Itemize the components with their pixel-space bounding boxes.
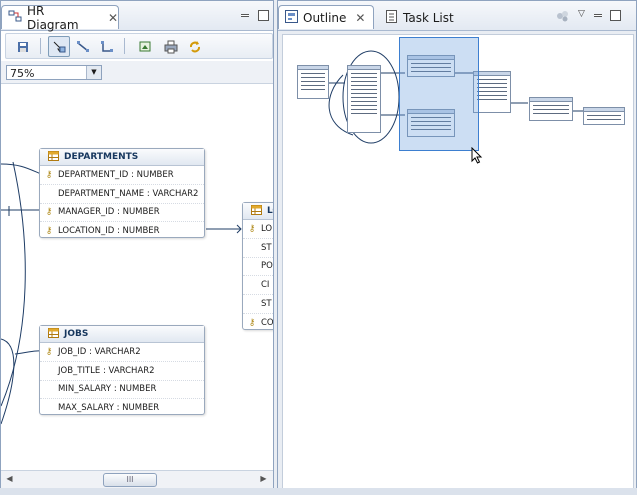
scroll-right-icon[interactable]: ▶ xyxy=(256,472,271,486)
column-row[interactable]: ⚷ JOB_ID : VARCHAR2 xyxy=(40,343,204,362)
overview-table xyxy=(297,65,329,99)
save-icon[interactable] xyxy=(12,36,34,57)
mouse-cursor-icon xyxy=(471,146,483,168)
column-row[interactable]: DEPARTMENT_NAME : VARCHAR2 xyxy=(40,185,204,204)
editor-tab-bar: HR Diagram ✕ xyxy=(1,1,273,32)
toolbar-separator xyxy=(40,38,41,54)
column-row[interactable]: ST xyxy=(243,295,273,314)
column-label: LO xyxy=(261,223,273,234)
column-label: LOCATION_ID : NUMBER xyxy=(58,226,160,237)
column-row[interactable]: CI xyxy=(243,276,273,296)
table-jobs[interactable]: JOBS ⚷ JOB_ID : VARCHAR2 JOB_TITLE : VARC… xyxy=(39,325,205,415)
column-row[interactable]: PO xyxy=(243,258,273,277)
print-icon[interactable] xyxy=(160,36,182,57)
outline-content[interactable] xyxy=(282,34,634,492)
table-name: JOBS xyxy=(64,329,89,339)
diagram-canvas[interactable]: DEPARTMENTS ⚷ DEPARTMENT_ID : NUMBER DEPA… xyxy=(1,84,273,470)
diagram-overview xyxy=(283,35,633,164)
table-icon xyxy=(48,327,59,341)
view-tab-bar: Outline ✕ Task List ▽ xyxy=(278,1,636,31)
primary-key-icon: ⚷ xyxy=(248,223,256,234)
foreign-key-icon: ⚷ xyxy=(45,226,53,237)
column-label: ST xyxy=(261,242,272,253)
close-icon[interactable]: ✕ xyxy=(108,11,118,25)
primary-key-icon: ⚷ xyxy=(45,346,53,357)
table-header: LO xyxy=(243,203,273,220)
column-label: JOB_ID : VARCHAR2 xyxy=(58,346,141,357)
minimize-icon[interactable] xyxy=(594,14,602,17)
foreign-key-icon: ⚷ xyxy=(248,317,256,328)
horizontal-scrollbar[interactable]: ◀ III ▶ xyxy=(1,470,273,488)
scroll-left-icon[interactable]: ◀ xyxy=(2,472,17,486)
table-header: DEPARTMENTS xyxy=(40,149,204,166)
zoom-dropdown[interactable]: 75% ▼ xyxy=(6,65,102,80)
status-strip xyxy=(0,488,637,495)
diagram-toolbar xyxy=(5,33,273,59)
zoom-value: 75% xyxy=(10,67,35,80)
column-label: JOB_TITLE : VARCHAR2 xyxy=(58,365,155,376)
refresh-icon[interactable] xyxy=(184,36,206,57)
column-row[interactable]: ⚷ LOCATION_ID : NUMBER xyxy=(40,222,204,240)
column-row[interactable]: ⚷ CO xyxy=(243,314,273,332)
tab-title: Task List xyxy=(403,11,454,25)
export-image-icon[interactable] xyxy=(134,36,156,57)
connector-icon[interactable] xyxy=(96,36,118,57)
overview-table xyxy=(529,97,573,121)
chevron-down-icon[interactable]: ▽ xyxy=(578,9,585,19)
column-label: CI xyxy=(261,280,270,291)
view-menu-icon[interactable] xyxy=(556,10,570,25)
column-row[interactable]: ⚷ LO xyxy=(243,220,273,239)
scrollbar-thumb[interactable]: III xyxy=(103,473,157,487)
overview-table xyxy=(583,107,625,125)
toolbar-separator xyxy=(124,38,125,54)
tab-hr-diagram[interactable]: HR Diagram ✕ xyxy=(1,3,119,32)
outline-icon xyxy=(285,9,298,26)
column-row[interactable]: ⚷ MANAGER_ID : NUMBER xyxy=(40,204,204,223)
minimize-icon[interactable] xyxy=(241,14,249,17)
column-label: DEPARTMENT_ID : NUMBER xyxy=(58,169,174,180)
column-row[interactable]: MAX_SALARY : NUMBER xyxy=(40,399,204,417)
overview-table xyxy=(347,65,381,133)
hr-diagram-editor: HR Diagram ✕ 75% ▼ DEPARTMENTS ⚷ DEPARTM… xyxy=(0,0,274,495)
column-row[interactable]: ST xyxy=(243,239,273,258)
tab-title: Outline xyxy=(303,10,347,25)
table-icon xyxy=(48,150,59,164)
table-icon xyxy=(251,204,262,218)
column-label: MIN_SALARY : NUMBER xyxy=(58,384,157,395)
table-name: DEPARTMENTS xyxy=(64,152,139,162)
tab-outline[interactable]: Outline ✕ xyxy=(278,5,374,29)
table-header: JOBS xyxy=(40,326,204,343)
scrollbar-grip: III xyxy=(126,475,134,484)
task-list-icon xyxy=(386,10,398,26)
column-row[interactable]: JOB_TITLE : VARCHAR2 xyxy=(40,362,204,381)
select-icon[interactable] xyxy=(48,36,70,57)
diagram-icon xyxy=(8,9,22,26)
foreign-key-icon: ⚷ xyxy=(45,207,53,218)
table-name: LO xyxy=(267,206,273,216)
primary-key-icon: ⚷ xyxy=(45,169,53,180)
viewport-rectangle[interactable] xyxy=(399,37,479,151)
tab-title: HR Diagram xyxy=(27,3,79,32)
table-locations[interactable]: LO ⚷ LO ST PO CI ST ⚷ CO xyxy=(242,202,273,330)
relation-icon[interactable] xyxy=(72,36,94,57)
tab-task-list[interactable]: Task List xyxy=(382,6,456,30)
table-departments[interactable]: DEPARTMENTS ⚷ DEPARTMENT_ID : NUMBER DEPA… xyxy=(39,148,205,238)
chevron-down-icon[interactable]: ▼ xyxy=(86,66,101,79)
column-label: ST xyxy=(261,299,272,310)
column-label: DEPARTMENT_NAME : VARCHAR2 xyxy=(58,188,199,199)
column-label: MAX_SALARY : NUMBER xyxy=(58,403,160,414)
column-label: CO xyxy=(261,317,273,328)
maximize-icon[interactable] xyxy=(610,10,621,21)
close-icon[interactable]: ✕ xyxy=(355,11,365,25)
column-row[interactable]: ⚷ DEPARTMENT_ID : NUMBER xyxy=(40,166,204,185)
outline-view: Outline ✕ Task List ▽ xyxy=(277,0,637,495)
maximize-icon[interactable] xyxy=(258,10,269,21)
column-row[interactable]: MIN_SALARY : NUMBER xyxy=(40,381,204,400)
column-label: PO xyxy=(261,261,273,272)
column-label: MANAGER_ID : NUMBER xyxy=(58,207,160,218)
zoom-bar: 75% ▼ xyxy=(1,61,273,84)
